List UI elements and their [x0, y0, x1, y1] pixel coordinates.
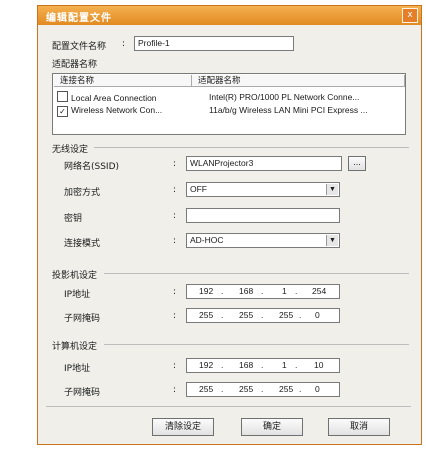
- key-label: 密钥: [64, 214, 83, 224]
- adapter-name: Intel(R) PRO/1000 PL Network Conne...: [209, 92, 360, 102]
- profile-colon: :: [122, 39, 126, 49]
- divider: [104, 344, 409, 345]
- computer-section-label: 计算机设定: [52, 342, 98, 352]
- ip-dot: .: [221, 384, 224, 394]
- projector-mask-input[interactable]: 255 . 255 . 255 . 0: [186, 308, 340, 323]
- key-input[interactable]: [186, 208, 340, 223]
- ok-button[interactable]: 确定: [241, 418, 303, 436]
- ip-dot: .: [261, 286, 264, 296]
- ip-dot: .: [221, 286, 224, 296]
- title-bar: 编辑配置文件 x: [38, 6, 421, 25]
- ip-octet[interactable]: 168: [239, 286, 253, 296]
- ip-octet[interactable]: 254: [312, 286, 326, 296]
- colon: :: [173, 211, 177, 221]
- column-adapter-name[interactable]: 适配器名称: [192, 75, 405, 87]
- cancel-button[interactable]: 取消: [328, 418, 390, 436]
- connection-mode-value: AD-HOC: [190, 235, 224, 245]
- ip-dot: .: [261, 384, 264, 394]
- column-connection-name[interactable]: 连接名称: [54, 75, 192, 87]
- mask-octet[interactable]: 255: [239, 310, 253, 320]
- connection-name: Local Area Connection: [71, 93, 157, 103]
- mask-octet[interactable]: 255: [279, 310, 293, 320]
- profile-name-input[interactable]: Profile-1: [134, 36, 294, 51]
- adapter-group-label: 适配器名称: [52, 60, 98, 70]
- projector-ip-label: IP地址: [64, 290, 91, 300]
- adapter-checkbox[interactable]: ✓: [57, 106, 68, 117]
- connection-name: Wireless Network Con...: [71, 105, 163, 115]
- colon: :: [173, 385, 177, 395]
- mask-octet[interactable]: 255: [199, 310, 213, 320]
- ip-dot: .: [299, 384, 302, 394]
- colon: :: [173, 159, 177, 169]
- ip-dot: .: [299, 310, 302, 320]
- projector-section-label: 投影机设定: [52, 271, 98, 281]
- ip-octet[interactable]: 192: [199, 286, 213, 296]
- ip-octet[interactable]: 1: [282, 360, 287, 370]
- browse-button[interactable]: ...: [348, 156, 366, 171]
- projector-mask-label: 子网掩码: [64, 314, 101, 324]
- computer-ip-input[interactable]: 192 . 168 . 1 . 10: [186, 358, 340, 373]
- colon: :: [173, 287, 177, 297]
- projector-ip-input[interactable]: 192 . 168 . 1 . 254: [186, 284, 340, 299]
- clear-settings-button[interactable]: 清除设定: [152, 418, 214, 436]
- ip-dot: .: [261, 310, 264, 320]
- divider: [46, 406, 411, 407]
- ssid-input[interactable]: WLANProjector3: [186, 156, 342, 171]
- list-item[interactable]: Local Area Connection: [57, 91, 157, 104]
- mask-octet[interactable]: 0: [315, 310, 320, 320]
- adapter-name: 11a/b/g Wireless LAN Mini PCI Express ..…: [209, 105, 368, 115]
- ip-dot: .: [295, 286, 298, 296]
- profile-name-label: 配置文件名称: [52, 42, 107, 52]
- ip-octet[interactable]: 168: [239, 360, 253, 370]
- encryption-label: 加密方式: [64, 188, 101, 198]
- adapter-checkbox[interactable]: [57, 91, 68, 102]
- computer-mask-input[interactable]: 255 . 255 . 255 . 0: [186, 382, 340, 397]
- computer-mask-label: 子网掩码: [64, 388, 101, 398]
- ip-dot: .: [261, 360, 264, 370]
- colon: :: [173, 236, 177, 246]
- dialog-title: 编辑配置文件: [46, 13, 112, 24]
- ip-octet[interactable]: 10: [314, 360, 323, 370]
- edit-profile-dialog: 编辑配置文件 x 配置文件名称 : Profile-1 适配器名称 连接名称 适…: [37, 5, 422, 445]
- encryption-value: OFF: [190, 184, 207, 194]
- chevron-down-icon[interactable]: ▼: [326, 235, 338, 246]
- colon: :: [173, 311, 177, 321]
- ip-octet[interactable]: 192: [199, 360, 213, 370]
- colon: :: [173, 185, 177, 195]
- connection-mode-label: 连接模式: [64, 239, 101, 249]
- list-item[interactable]: ✓ Wireless Network Con...: [57, 104, 162, 117]
- mask-octet[interactable]: 255: [239, 384, 253, 394]
- ip-dot: .: [221, 360, 224, 370]
- mask-octet[interactable]: 255: [199, 384, 213, 394]
- divider: [94, 147, 409, 148]
- ip-dot: .: [221, 310, 224, 320]
- connection-mode-select[interactable]: AD-HOC ▼: [186, 233, 340, 248]
- mask-octet[interactable]: 255: [279, 384, 293, 394]
- colon: :: [173, 361, 177, 371]
- close-button[interactable]: x: [402, 8, 418, 23]
- ip-octet[interactable]: 1: [282, 286, 287, 296]
- divider: [104, 273, 409, 274]
- encryption-select[interactable]: OFF ▼: [186, 182, 340, 197]
- wireless-section-label: 无线设定: [52, 145, 89, 155]
- adapter-list: 连接名称 适配器名称 Local Area Connection Intel(R…: [52, 73, 406, 135]
- ip-dot: .: [295, 360, 298, 370]
- chevron-down-icon[interactable]: ▼: [326, 184, 338, 195]
- ssid-label: 网络名(SSID): [64, 162, 120, 172]
- mask-octet[interactable]: 0: [315, 384, 320, 394]
- computer-ip-label: IP地址: [64, 364, 91, 374]
